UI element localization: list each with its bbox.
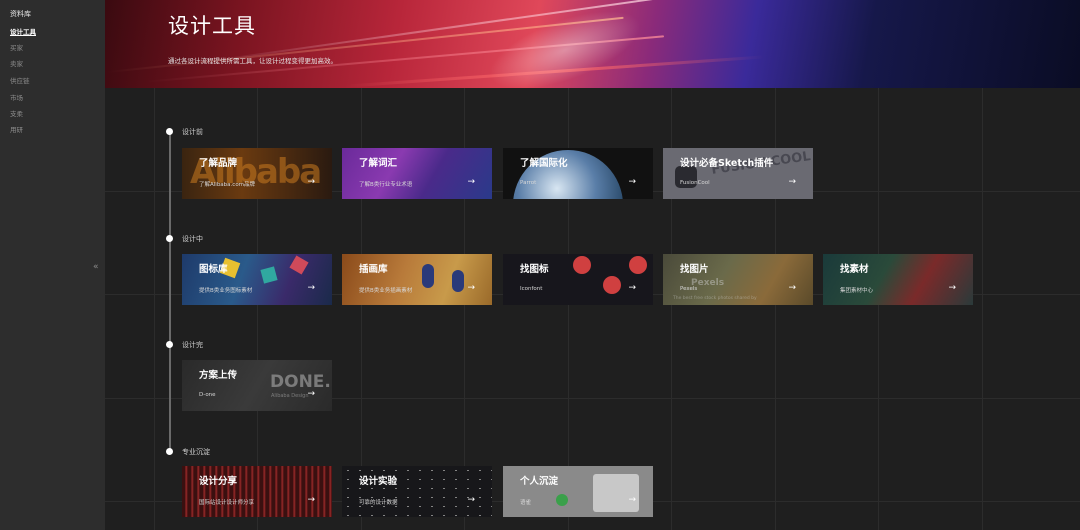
card-desc: FusionCool	[680, 180, 710, 186]
arrow-right-icon: →	[307, 389, 315, 399]
card-i18n[interactable]: 了解国际化 Parrot →	[503, 148, 653, 199]
play-icon	[556, 494, 568, 506]
card-desc: 语雀	[520, 500, 532, 506]
card-title: 了解国际化	[520, 158, 568, 169]
arrow-right-icon: →	[307, 283, 315, 293]
card-find-image[interactable]: Pexels The best free stock photos shared…	[663, 254, 813, 305]
card-title: 设计实验	[359, 476, 398, 487]
card-desc: 了解B类行业专业术语	[359, 182, 413, 188]
hero-light-glow	[479, 0, 651, 88]
sidebar-item-zhirou[interactable]: 支柔	[10, 108, 23, 118]
sidebar: 资料库 设计工具 买家 卖家 供应链 市场 支柔 用研 «	[0, 0, 105, 530]
arrow-right-icon: →	[788, 283, 796, 293]
card-desc: 可靠的设计数据	[359, 500, 398, 506]
sidebar-title: 资料库	[10, 10, 31, 18]
main-content: 设计前 Alibaba 了解品牌 了解Alibaba.com品牌 → 了解词汇 …	[105, 88, 1080, 530]
double-chevron-left-icon[interactable]: «	[93, 262, 99, 272]
arrow-right-icon: →	[467, 283, 475, 293]
card-image-text: Alibaba Design	[271, 393, 309, 399]
arrow-right-icon: →	[628, 495, 636, 505]
card-image-text: DONE.	[270, 372, 331, 392]
card-desc: Iconfont	[520, 286, 543, 292]
card-design-share[interactable]: 设计分享 国际站设计设计师分享 →	[182, 466, 332, 517]
card-personal[interactable]: 个人沉淀 语雀 →	[503, 466, 653, 517]
illustration-window	[593, 474, 639, 512]
arrow-right-icon: →	[307, 495, 315, 505]
sidebar-item-seller[interactable]: 卖家	[10, 58, 23, 68]
hero-banner: 设计工具 通过各设计流程提供所需工具，让设计过程变得更加高效。	[105, 0, 1080, 88]
card-desc: 提供B类业务插画素材	[359, 288, 413, 294]
page-title: 设计工具	[168, 14, 256, 38]
arrow-right-icon: →	[467, 177, 475, 187]
iconfont-mascot-icon	[603, 276, 621, 294]
card-desc: 集团素材中心	[840, 288, 874, 294]
section-label-before: 设计前	[182, 128, 203, 136]
card-illustration-library[interactable]: 插画库 提供B类业务插画素材 →	[342, 254, 492, 305]
card-icon-library[interactable]: 图标库 提供B类业务图标素材 →	[182, 254, 332, 305]
card-title: 找图标	[520, 264, 549, 275]
section-label-professional: 专业沉淀	[182, 448, 210, 456]
card-upload[interactable]: DONE. Alibaba Design 方案上传 D-one →	[182, 360, 332, 411]
card-title: 个人沉淀	[520, 476, 559, 487]
card-title: 设计必备Sketch插件	[680, 158, 774, 169]
sidebar-item-supply-chain[interactable]: 供应链	[10, 75, 30, 85]
decorative-shape	[289, 255, 309, 275]
card-desc: 了解Alibaba.com品牌	[199, 182, 256, 188]
card-title: 插画库	[359, 264, 388, 275]
timeline-dot	[166, 448, 173, 455]
card-title: 设计分享	[199, 476, 238, 487]
arrow-right-icon: →	[467, 495, 475, 505]
card-title: 找素材	[840, 264, 869, 275]
card-title: 图标库	[199, 264, 228, 275]
card-title: 了解品牌	[199, 158, 238, 169]
card-desc: Pexels	[680, 286, 698, 292]
arrow-right-icon: →	[948, 283, 956, 293]
card-desc: 国际站设计设计师分享	[199, 500, 255, 506]
arrow-right-icon: →	[788, 177, 796, 187]
card-desc: 提供B类业务图标素材	[199, 288, 253, 294]
card-design-experiment[interactable]: 设计实验 可靠的设计数据 →	[342, 466, 492, 517]
iconfont-mascot-icon	[573, 256, 591, 274]
sidebar-item-design-tools[interactable]: 设计工具	[10, 26, 36, 36]
card-title: 方案上传	[199, 370, 238, 381]
card-find-icon[interactable]: 找图标 Iconfont →	[503, 254, 653, 305]
arrow-right-icon: →	[628, 177, 636, 187]
section-label-during: 设计中	[182, 235, 203, 243]
card-sketch-plugin[interactable]: FUSION COOL 设计必备Sketch插件 FusionCool →	[663, 148, 813, 199]
sidebar-item-research[interactable]: 用研	[10, 124, 23, 134]
timeline-dot	[166, 128, 173, 135]
app-root: 资料库 设计工具 买家 卖家 供应链 市场 支柔 用研 « 设计工具 通过各设计…	[0, 0, 1080, 530]
card-desc: D-one	[199, 392, 216, 398]
card-vocabulary[interactable]: 了解词汇 了解B类行业专业术语 →	[342, 148, 492, 199]
timeline-dot	[166, 235, 173, 242]
section-label-after: 设计完	[182, 341, 203, 349]
decorative-figure	[422, 264, 434, 288]
arrow-right-icon: →	[307, 177, 315, 187]
card-find-asset[interactable]: 找素材 集团素材中心 →	[823, 254, 973, 305]
grid-line	[878, 88, 879, 530]
decorative-shape	[260, 266, 278, 284]
timeline-dot	[166, 341, 173, 348]
timeline	[169, 133, 171, 453]
page-subtitle: 通过各设计流程提供所需工具，让设计过程变得更加高效。	[168, 57, 337, 65]
card-brand[interactable]: Alibaba 了解品牌 了解Alibaba.com品牌 →	[182, 148, 332, 199]
card-title: 了解词汇	[359, 158, 398, 169]
card-title: 找图片	[680, 264, 709, 275]
card-image-text: The best free stock photos shared by	[673, 296, 757, 301]
sidebar-item-market[interactable]: 市场	[10, 92, 23, 102]
iconfont-mascot-icon	[629, 256, 647, 274]
sidebar-item-buyer[interactable]: 买家	[10, 42, 23, 52]
card-desc: Parrot	[520, 180, 537, 186]
decorative-figure	[452, 270, 464, 292]
grid-line	[154, 88, 155, 530]
grid-line	[982, 88, 983, 530]
arrow-right-icon: →	[628, 283, 636, 293]
